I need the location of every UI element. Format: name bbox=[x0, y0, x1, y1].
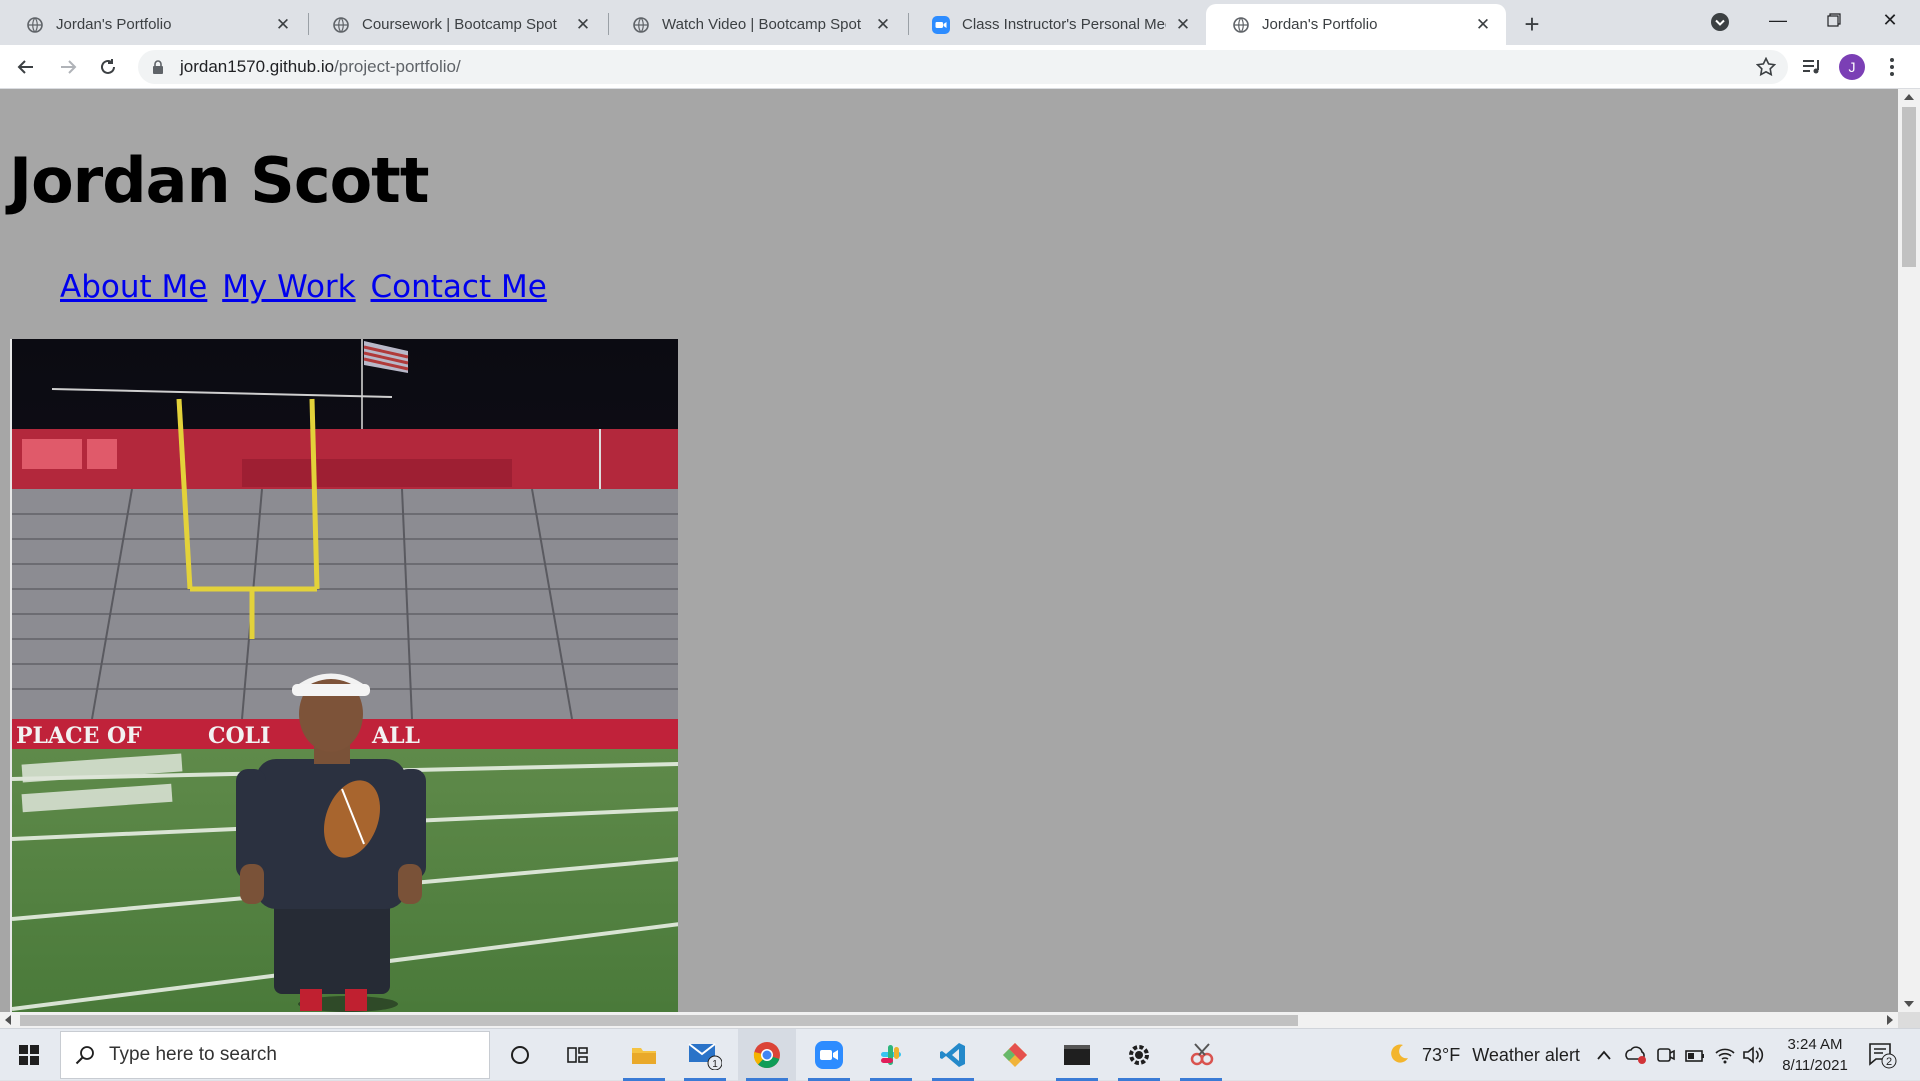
tab-watch-video[interactable]: Watch Video | Bootcamp Spot ✕ bbox=[606, 4, 906, 45]
zoom-icon[interactable] bbox=[800, 1029, 858, 1081]
cortana-icon[interactable] bbox=[491, 1029, 549, 1081]
tab-jordans-portfolio-1[interactable]: Jordan's Portfolio ✕ bbox=[0, 4, 306, 45]
weather-temperature: 73°F bbox=[1422, 1044, 1461, 1065]
minimize-icon[interactable]: — bbox=[1750, 0, 1806, 40]
nav-link-about-me[interactable]: About Me bbox=[60, 269, 207, 305]
scroll-up-icon[interactable] bbox=[1904, 94, 1914, 100]
windows-taskbar: Type here to search 1 73°F Weather alert… bbox=[0, 1028, 1920, 1081]
zoom-icon bbox=[932, 15, 950, 34]
site-nav: About Me My Work Contact Me bbox=[60, 269, 552, 305]
banner-text-mid: COLI bbox=[208, 723, 270, 749]
page-viewport: Jordan Scott About Me My Work Contact Me bbox=[0, 89, 1898, 1012]
slack-icon[interactable] bbox=[862, 1029, 920, 1081]
nav-link-my-work[interactable]: My Work bbox=[222, 269, 355, 305]
scroll-down-icon[interactable] bbox=[1904, 1001, 1914, 1007]
mail-icon[interactable]: 1 bbox=[676, 1029, 734, 1081]
onedrive-error-icon[interactable] bbox=[1624, 1029, 1648, 1081]
close-icon[interactable]: ✕ bbox=[574, 15, 592, 34]
profile-avatar[interactable]: J bbox=[1836, 51, 1868, 83]
reload-icon[interactable] bbox=[92, 51, 124, 83]
moon-icon bbox=[1388, 1042, 1410, 1069]
scroll-thumb[interactable] bbox=[20, 1015, 1298, 1026]
profile-photo: PLACE OF COLI ALL bbox=[10, 339, 678, 1012]
git-app-icon[interactable] bbox=[986, 1029, 1044, 1081]
banner-text-right: ALL bbox=[371, 723, 420, 749]
weather-alert-text: Weather alert bbox=[1472, 1044, 1580, 1065]
horizontal-scrollbar[interactable] bbox=[0, 1012, 1898, 1028]
scroll-corner bbox=[1898, 1012, 1920, 1028]
snipping-tool-icon[interactable] bbox=[1172, 1029, 1230, 1081]
forward-arrow-icon[interactable] bbox=[52, 51, 84, 83]
show-hidden-icons-chevron-icon[interactable] bbox=[1596, 1029, 1612, 1081]
tab-title: Jordan's Portfolio bbox=[56, 16, 172, 33]
tab-coursework[interactable]: Coursework | Bootcamp Spot ✕ bbox=[306, 4, 606, 45]
file-explorer-icon[interactable] bbox=[615, 1029, 673, 1081]
tab-title: Jordan's Portfolio bbox=[1262, 16, 1378, 33]
url-text: jordan1570.github.io/project-portfolio/ bbox=[180, 57, 461, 77]
url-path: /project-portfolio/ bbox=[334, 57, 461, 76]
new-tab-button[interactable]: + bbox=[1516, 8, 1548, 40]
stadium-photo-image: PLACE OF COLI ALL bbox=[12, 339, 678, 1012]
search-placeholder: Type here to search bbox=[109, 1044, 277, 1065]
tab-title: Class Instructor's Personal Meetin bbox=[962, 16, 1166, 33]
address-bar[interactable]: jordan1570.github.io/project-portfolio/ bbox=[138, 50, 1788, 84]
clock-date: 8/11/2021 bbox=[1782, 1057, 1848, 1074]
mail-badge: 1 bbox=[712, 1059, 718, 1070]
close-icon[interactable]: ✕ bbox=[274, 15, 292, 34]
restore-icon[interactable] bbox=[1806, 0, 1862, 40]
terminal-icon[interactable] bbox=[1048, 1029, 1106, 1081]
close-icon[interactable]: ✕ bbox=[1474, 15, 1492, 34]
menu-kebab-icon[interactable] bbox=[1876, 51, 1908, 83]
scroll-left-icon[interactable] bbox=[5, 1015, 11, 1025]
search-icon bbox=[75, 1045, 95, 1065]
media-control-icon[interactable] bbox=[1796, 51, 1828, 83]
tab-title: Coursework | Bootcamp Spot bbox=[362, 16, 557, 33]
task-view-icon[interactable] bbox=[549, 1029, 607, 1081]
tab-class-instructor-meeting[interactable]: Class Instructor's Personal Meetin ✕ bbox=[906, 4, 1206, 45]
nav-link-contact-me[interactable]: Contact Me bbox=[371, 269, 547, 305]
window-close-icon[interactable]: ✕ bbox=[1862, 0, 1918, 40]
page-title: Jordan Scott bbox=[9, 144, 429, 217]
bookmark-star-icon[interactable] bbox=[1755, 56, 1777, 82]
globe-icon bbox=[632, 16, 650, 34]
volume-icon[interactable] bbox=[1742, 1029, 1764, 1081]
tab-jordans-portfolio-active[interactable]: Jordan's Portfolio ✕ bbox=[1206, 4, 1506, 45]
tab-strip: Jordan's Portfolio ✕ Coursework | Bootca… bbox=[0, 0, 1920, 45]
notification-count: 2 bbox=[1886, 1056, 1892, 1068]
vscode-icon[interactable] bbox=[924, 1029, 982, 1081]
tab-search-icon[interactable] bbox=[1708, 10, 1732, 34]
scroll-thumb[interactable] bbox=[1902, 107, 1916, 267]
close-icon[interactable]: ✕ bbox=[1174, 15, 1192, 34]
globe-icon bbox=[1232, 16, 1250, 34]
taskbar-search-input[interactable]: Type here to search bbox=[60, 1031, 490, 1079]
windows-start-icon[interactable] bbox=[0, 1029, 58, 1081]
action-center-icon[interactable]: 2 bbox=[1866, 1039, 1898, 1071]
wifi-icon[interactable] bbox=[1714, 1029, 1736, 1081]
scroll-right-icon[interactable] bbox=[1887, 1015, 1893, 1025]
weather-widget[interactable]: 73°F Weather alert bbox=[1388, 1029, 1580, 1081]
close-icon[interactable]: ✕ bbox=[874, 15, 892, 34]
battery-icon[interactable] bbox=[1684, 1029, 1706, 1081]
lock-icon[interactable] bbox=[152, 59, 164, 75]
chrome-icon[interactable] bbox=[738, 1029, 796, 1081]
avatar: J bbox=[1839, 54, 1865, 80]
tab-title: Watch Video | Bootcamp Spot bbox=[662, 16, 862, 33]
system-clock[interactable]: 3:24 AM 8/11/2021 bbox=[1770, 1034, 1860, 1076]
clock-time: 3:24 AM bbox=[1787, 1036, 1843, 1053]
banner-text-left: PLACE OF bbox=[16, 723, 142, 749]
meet-now-icon[interactable] bbox=[1656, 1029, 1676, 1081]
url-host: jordan1570.github.io bbox=[180, 57, 335, 76]
vertical-scrollbar[interactable] bbox=[1898, 89, 1920, 1012]
browser-toolbar: jordan1570.github.io/project-portfolio/ … bbox=[0, 45, 1920, 89]
settings-gear-icon[interactable] bbox=[1110, 1029, 1168, 1081]
globe-icon bbox=[332, 16, 350, 34]
back-arrow-icon[interactable] bbox=[10, 51, 42, 83]
globe-icon bbox=[26, 16, 44, 34]
